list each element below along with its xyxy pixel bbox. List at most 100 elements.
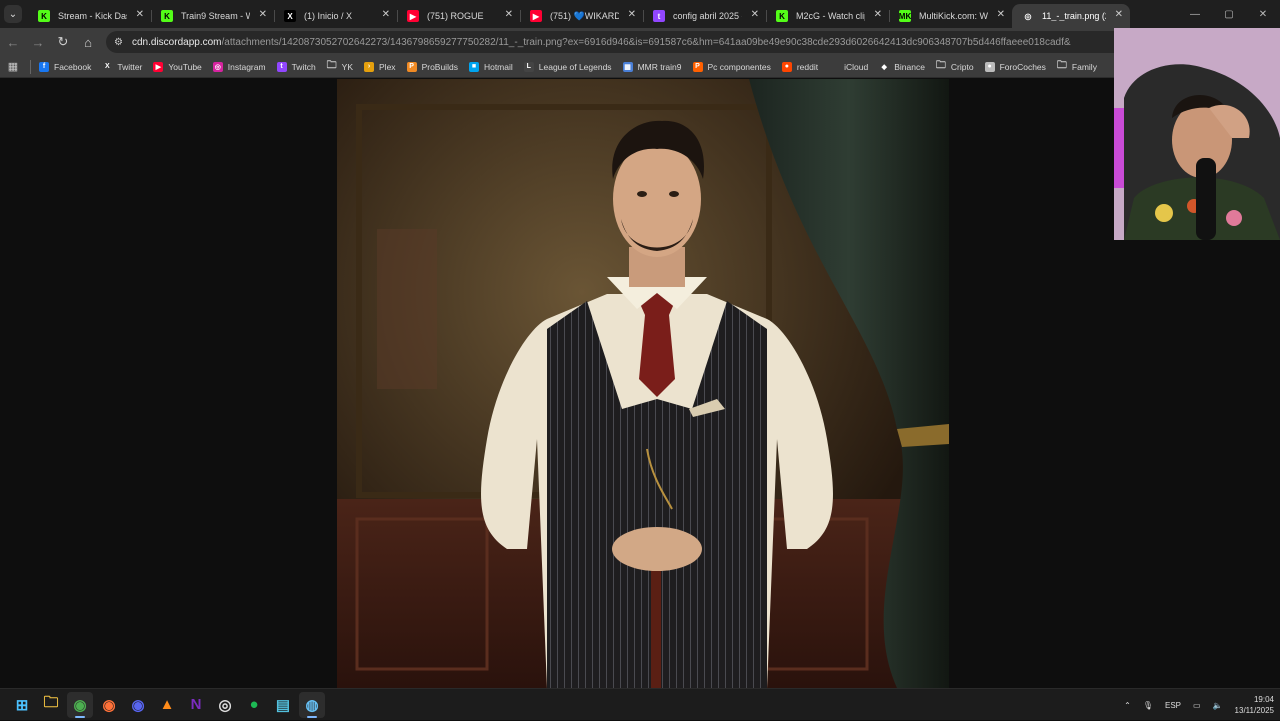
portrait-image — [337, 79, 949, 688]
microphone-icon[interactable]: 🎙 — [1143, 701, 1153, 710]
steam-icon[interactable]: ◍ — [299, 691, 325, 718]
aimp-icon[interactable]: ▲ — [154, 692, 180, 718]
tab-close-icon[interactable]: ✕ — [136, 9, 144, 20]
notepad-glyph: ▤ — [275, 696, 291, 714]
bookmark-item[interactable]: › Plex — [364, 61, 396, 72]
bookmark-item[interactable]: 🗀 Family — [1056, 60, 1097, 72]
home-button[interactable]: ⌂ — [76, 30, 100, 54]
reddit-icon: ● — [781, 61, 792, 72]
bookmark-item[interactable]: iCloud — [829, 61, 869, 72]
tab-search-button[interactable]: ⌄ — [4, 5, 22, 23]
bookmark-label: Facebook — [54, 61, 92, 72]
browser-tab[interactable]: K Train9 Stream - Watc ✕ — [151, 4, 274, 28]
tab-close-icon[interactable]: ✕ — [382, 9, 390, 20]
bookmark-item[interactable]: ▦ MMR train9 — [622, 61, 682, 72]
bookmark-label: reddit — [796, 61, 819, 72]
start-glyph: ⊞ — [15, 696, 29, 714]
forward-button[interactable]: → — [26, 30, 50, 54]
bookmark-item[interactable]: ■ Hotmail — [468, 61, 513, 72]
nzxt-glyph: N — [190, 696, 202, 713]
bookmark-label: iCloud — [844, 61, 869, 72]
maximize-button[interactable]: ▢ — [1212, 0, 1246, 28]
notepad-icon[interactable]: ▤ — [270, 692, 296, 718]
bookmark-item[interactable]: ▶ YouTube — [153, 61, 202, 72]
bookmark-item[interactable]: P ProBuilds — [406, 61, 458, 72]
windows-taskbar: ⊞ 🗀 ◉ ◉ ◉ ▲ N ◎ ● ▤ ◍ ⌃ 🎙 ESP ▭ 🔈 19:04 13/11/2025 — [0, 688, 1280, 720]
tab-close-icon[interactable]: ✕ — [505, 9, 513, 20]
bookmark-label: Cripto — [950, 61, 974, 72]
tab-title: Train9 Stream - Watc — [181, 11, 250, 21]
browser-tab[interactable]: ▶ (751) ROGUE ✕ — [397, 4, 520, 28]
browser-toolbar: ← → ↻ ⌂ ⚙ cdn.discordapp.com/attachments… — [0, 28, 1280, 56]
browser-tab[interactable]: ◎ 11_-_train.png (2048 ✕ — [1012, 4, 1130, 28]
tab-close-icon[interactable]: ✕ — [1115, 9, 1123, 20]
minimize-button[interactable]: — — [1178, 0, 1212, 28]
youtube-icon: ▶ — [407, 10, 419, 22]
discord-glyph: ◉ — [131, 696, 145, 714]
obs-icon[interactable]: ◎ — [212, 692, 238, 718]
browser-tab[interactable]: t config abril 2025 - T ✕ — [643, 4, 766, 28]
bookmark-label: Plex — [379, 61, 396, 72]
tab-title: (751) ROGUE — [427, 11, 484, 21]
youtube-icon: ▶ — [153, 61, 164, 72]
kick-icon: K — [776, 10, 788, 22]
browser-tab[interactable]: K Stream - Kick Dashb ✕ — [28, 4, 151, 28]
probuilds-icon: P — [406, 61, 417, 72]
lol-icon: L — [523, 61, 534, 72]
bookmark-item[interactable]: f Facebook — [39, 61, 92, 72]
back-button[interactable]: ← — [1, 30, 25, 54]
spotify-icon[interactable]: ● — [241, 692, 267, 718]
chrome-glyph: ◉ — [73, 696, 87, 714]
file-explorer-icon[interactable]: 🗀 — [38, 692, 64, 718]
bookmark-item[interactable]: ◎ Instagram — [212, 61, 266, 72]
folder-icon: 🗀 — [1056, 60, 1067, 71]
bookmark-label: Twitter — [117, 61, 143, 72]
twitch-icon: t — [653, 10, 665, 22]
clock-date: 13/11/2025 — [1234, 706, 1274, 715]
kick-icon: K — [161, 10, 173, 22]
clock[interactable]: 19:04 13/11/2025 — [1235, 694, 1274, 716]
bookmark-item[interactable]: 🗀 Cripto — [936, 60, 974, 72]
binance-icon: ◆ — [879, 61, 890, 72]
address-bar[interactable]: ⚙ cdn.discordapp.com/attachments/1420873… — [106, 31, 1216, 53]
bookmarks-separator — [30, 59, 31, 74]
bookmark-label: League of Legends — [538, 61, 612, 72]
start-icon[interactable]: ⊞ — [9, 692, 35, 718]
browser-tab[interactable]: ▶ (751) 💙WIKARDOS ✕ — [520, 4, 643, 28]
bookmark-item[interactable]: t Twitch — [276, 61, 316, 72]
browser-tab[interactable]: X (1) Inicio / X ✕ — [274, 4, 397, 28]
chrome-icon[interactable]: ◉ — [67, 691, 93, 718]
reload-button[interactable]: ↻ — [51, 30, 75, 54]
browser-tab[interactable]: MK MultiKick.com: Watc ✕ — [889, 4, 1012, 28]
bookmark-item[interactable]: P Pc componentes — [692, 61, 771, 72]
url-host: cdn.discordapp.com — [132, 36, 222, 48]
language-indicator[interactable]: ESP — [1165, 701, 1181, 710]
tab-close-icon[interactable]: ✕ — [628, 9, 636, 20]
bookmark-label: Pc componentes — [707, 61, 771, 72]
tab-close-icon[interactable]: ✕ — [751, 9, 759, 20]
volume-icon[interactable]: 🔈 — [1213, 701, 1223, 710]
show-hidden-icons-icon[interactable]: ⌃ — [1124, 701, 1131, 710]
browser-tab[interactable]: K M2cG - Watch clips o ✕ — [766, 4, 889, 28]
bookmark-item[interactable]: X Twitter — [102, 61, 143, 72]
x-icon: X — [284, 10, 296, 22]
webcam-person-illustration — [1114, 28, 1280, 240]
instagram-icon: ◎ — [212, 61, 223, 72]
site-info-icon[interactable]: ⚙ — [114, 37, 126, 48]
discord-icon[interactable]: ◉ — [125, 692, 151, 718]
webcam-overlay — [1114, 28, 1280, 240]
tab-close-icon[interactable]: ✕ — [259, 9, 267, 20]
bookmark-item[interactable]: ● ForoCoches — [984, 61, 1046, 72]
tab-close-icon[interactable]: ✕ — [997, 9, 1005, 20]
firefox-icon[interactable]: ◉ — [96, 692, 122, 718]
bookmark-item[interactable]: L League of Legends — [523, 61, 612, 72]
network-icon[interactable]: ▭ — [1193, 701, 1201, 710]
apps-grid-icon[interactable]: ▦ — [6, 60, 20, 74]
bookmark-item[interactable]: ◆ Binance — [879, 61, 925, 72]
nzxt-icon[interactable]: N — [183, 692, 209, 718]
tab-close-icon[interactable]: ✕ — [874, 9, 882, 20]
bookmark-item[interactable]: 🗀 YK — [327, 60, 353, 72]
bookmark-item[interactable]: ● reddit — [781, 61, 819, 72]
multikick-icon: MK — [898, 10, 912, 22]
close-window-button[interactable]: ✕ — [1246, 0, 1280, 28]
